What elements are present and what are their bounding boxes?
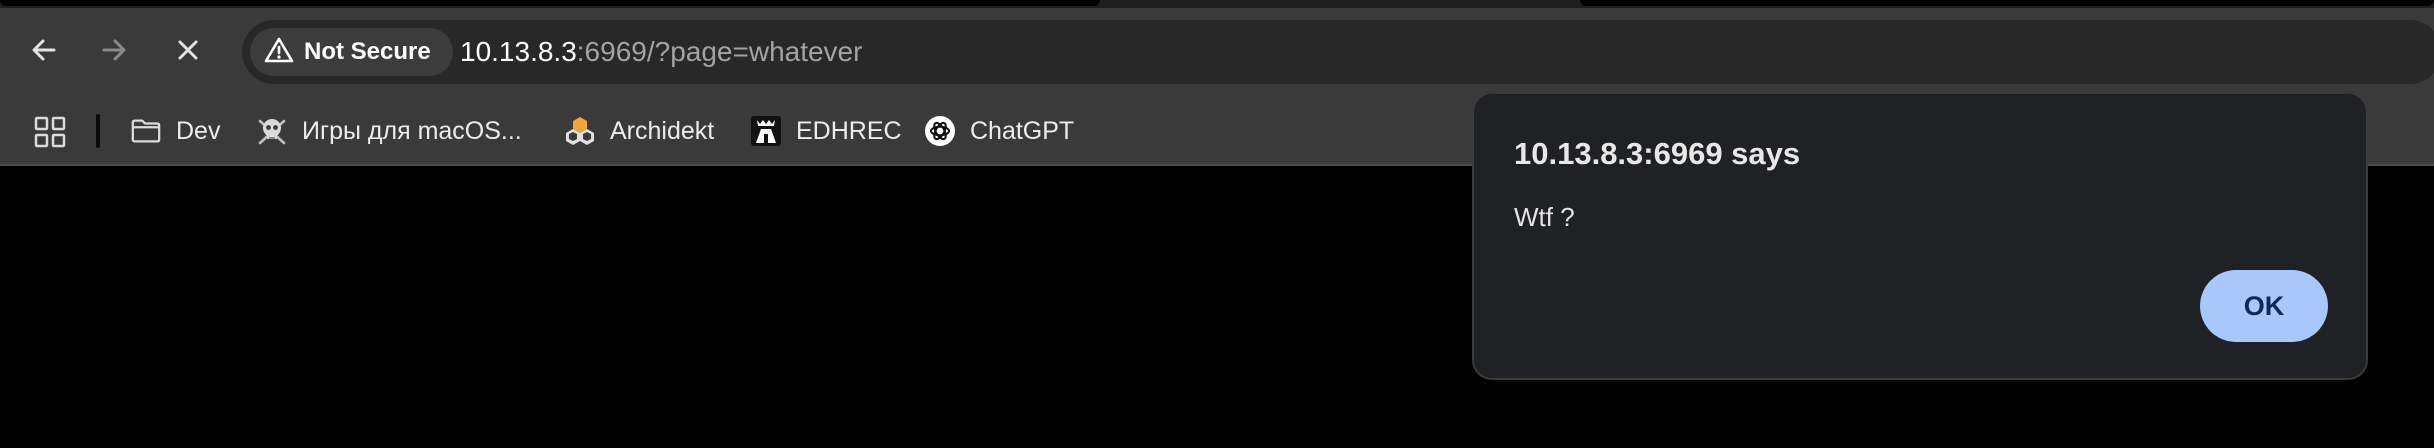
arrow-left-icon (28, 34, 60, 71)
apps-button[interactable] (34, 116, 66, 148)
forward-button[interactable] (90, 28, 138, 76)
ok-button[interactable]: OK (2200, 270, 2328, 342)
bookmark-label: ChatGPT (970, 116, 1075, 145)
stop-loading-button[interactable] (164, 28, 212, 76)
alert-dialog: 10.13.8.3:6969 says Wtf ? OK (1472, 92, 2368, 380)
skull-icon (256, 115, 288, 147)
folder-icon (130, 115, 162, 147)
bookmark-label: Archidekt (610, 116, 715, 145)
bookmark-archidekt[interactable]: Archidekt (558, 108, 720, 154)
apps-grid-icon (34, 116, 66, 152)
dialog-title: 10.13.8.3:6969 says (1514, 136, 1801, 171)
tab-strip (0, 0, 2434, 8)
bookmark-label: EDHREC (796, 116, 902, 145)
close-icon (174, 36, 202, 69)
archidekt-logo-icon (564, 115, 596, 147)
url-host: 10.13.8.3 (460, 36, 577, 67)
bookmark-label: Dev (176, 116, 221, 145)
url-text[interactable]: 10.13.8.3:6969/?page=whatever (460, 20, 862, 84)
tab-edge[interactable] (1580, 0, 2434, 6)
browser-window: Not Secure 10.13.8.3:6969/?page=whatever (0, 0, 2434, 448)
arrow-right-icon (98, 34, 130, 71)
site-info-button[interactable]: Not Secure (250, 28, 453, 76)
dialog-message: Wtf ? (1514, 202, 1575, 232)
url-path: :6969/?page=whatever (576, 36, 863, 67)
warning-icon (264, 36, 294, 69)
chatgpt-logo-icon (924, 115, 956, 147)
tab-edge[interactable] (0, 0, 1100, 6)
bookmarks-divider (96, 114, 100, 148)
bookmark-games-macos[interactable]: Игры для macOS... (250, 108, 528, 154)
bookmark-label: Игры для macOS... (302, 116, 522, 145)
security-status-label: Not Secure (304, 38, 431, 65)
toolbar: Not Secure 10.13.8.3:6969/?page=whatever (0, 8, 2434, 96)
address-bar[interactable]: Not Secure 10.13.8.3:6969/?page=whatever (242, 20, 2434, 84)
edhrec-logo-icon (750, 115, 782, 147)
back-button[interactable] (20, 28, 68, 76)
bookmark-edhrec[interactable]: EDHREC (744, 108, 908, 154)
bookmark-chatgpt[interactable]: ChatGPT (918, 108, 1080, 154)
bookmark-folder-dev[interactable]: Dev (124, 108, 226, 154)
